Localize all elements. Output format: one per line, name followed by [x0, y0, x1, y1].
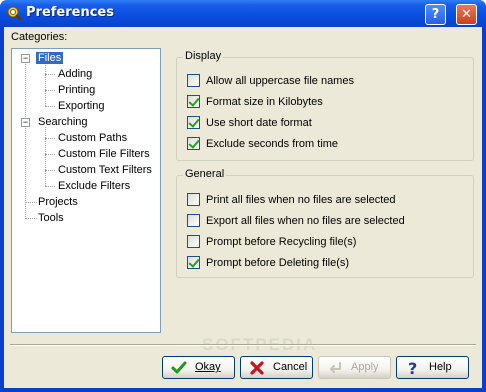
- button-label: Help: [429, 361, 452, 373]
- tree-connector: [45, 154, 55, 155]
- window-title: Preferences: [26, 5, 114, 20]
- tree-connector: [45, 138, 55, 139]
- tree-connector: [25, 218, 37, 219]
- tree-item-custom-file-filters[interactable]: Custom File Filters: [58, 147, 150, 161]
- checkbox-label: Export all files when no files are selec…: [206, 215, 405, 227]
- checkbox-label: Allow all uppercase file names: [206, 75, 354, 87]
- preferences-window: Preferences ? ✕ Categories: − Files Addi: [0, 0, 486, 392]
- exclude-seconds-checkbox[interactable]: [187, 137, 200, 150]
- tree-item-label: Tools: [38, 212, 64, 224]
- tree-item-custom-text-filters[interactable]: Custom Text Filters: [58, 163, 152, 177]
- export-all-files-checkbox[interactable]: [187, 214, 200, 227]
- apply-button[interactable]: Apply: [318, 356, 391, 379]
- tree-connector: [45, 74, 55, 75]
- tree-root-line: [25, 61, 26, 217]
- svg-text:?: ?: [408, 360, 417, 376]
- tree-item-tools[interactable]: Tools: [38, 211, 64, 225]
- cancel-button[interactable]: Cancel: [240, 356, 313, 379]
- tree-connector: [25, 202, 37, 203]
- tree-connector: [45, 90, 55, 91]
- button-label: Apply: [351, 361, 379, 373]
- tree-item-files[interactable]: Files: [36, 51, 64, 65]
- prompt-deleting-checkbox[interactable]: [187, 256, 200, 269]
- general-group: General Print all files when no files ar…: [176, 168, 474, 278]
- title-help-button[interactable]: ?: [425, 4, 446, 25]
- tree-item-searching[interactable]: Searching: [38, 115, 88, 129]
- tree-item-label: Custom File Filters: [58, 148, 150, 160]
- tree-item-label: Files: [36, 52, 64, 64]
- dialog-client: Categories: − Files Adding Printing Expo…: [4, 27, 482, 388]
- tree-item-label: Exporting: [58, 100, 105, 112]
- tree-connector: [45, 170, 55, 171]
- prompt-recycling-checkbox[interactable]: [187, 235, 200, 248]
- tree-connector: [45, 186, 55, 187]
- okay-button[interactable]: Okay: [162, 356, 235, 379]
- searching-expander-icon[interactable]: −: [21, 118, 30, 127]
- title-close-button[interactable]: ✕: [456, 4, 477, 25]
- title-bar[interactable]: Preferences ? ✕: [0, 0, 486, 27]
- tree-item-label: Exclude Filters: [58, 180, 131, 192]
- checkbox-label: Exclude seconds from time: [206, 138, 339, 150]
- short-date-checkbox[interactable]: [187, 116, 200, 129]
- checkbox-label: Use short date format: [206, 117, 312, 129]
- checkbox-label: Prompt before Deleting file(s): [206, 257, 350, 269]
- checkbox-label: Prompt before Recycling file(s): [206, 236, 357, 248]
- categories-label: Categories:: [11, 31, 68, 43]
- checkmark-icon: [171, 361, 187, 374]
- tree-files-branch-line: [45, 63, 46, 106]
- tree-item-projects[interactable]: Projects: [38, 195, 78, 209]
- tree-item-custom-paths[interactable]: Custom Paths: [58, 131, 127, 145]
- uppercase-names-checkbox[interactable]: [187, 74, 200, 87]
- tree-item-label: Projects: [38, 196, 78, 208]
- button-label: Okay: [195, 361, 221, 373]
- button-label: Cancel: [273, 361, 308, 373]
- categories-tree[interactable]: − Files Adding Printing Exporting − Sear…: [11, 48, 161, 333]
- tree-item-label: Searching: [38, 116, 88, 128]
- tree-item-label: Custom Text Filters: [58, 164, 152, 176]
- apply-arrow-icon: [330, 362, 341, 373]
- help-question-icon: ?: [408, 360, 417, 376]
- tree-searching-branch-line: [45, 127, 46, 186]
- checkbox-label: Print all files when no files are select…: [206, 194, 396, 206]
- tree-item-label: Printing: [58, 84, 96, 96]
- tree-item-printing[interactable]: Printing: [58, 83, 95, 97]
- tree-item-label: Adding: [58, 68, 93, 80]
- size-kilobytes-checkbox[interactable]: [187, 95, 200, 108]
- tree-item-label: Custom Paths: [58, 132, 128, 144]
- display-group: Display Allow all uppercase file names F…: [176, 50, 474, 161]
- app-icon: [7, 6, 22, 21]
- print-all-files-checkbox[interactable]: [187, 193, 200, 206]
- tree-item-exporting[interactable]: Exporting: [58, 99, 104, 113]
- files-expander-icon[interactable]: −: [21, 54, 30, 63]
- cancel-x-icon: [250, 361, 264, 375]
- tree-item-exclude-filters[interactable]: Exclude Filters: [58, 179, 130, 193]
- help-button[interactable]: ? Help: [396, 356, 469, 379]
- tree-item-adding[interactable]: Adding: [58, 67, 92, 81]
- display-group-title: Display: [183, 50, 224, 62]
- button-separator: [10, 344, 476, 346]
- general-group-title: General: [183, 168, 227, 180]
- checkbox-label: Format size in Kilobytes: [206, 96, 323, 108]
- tree-connector: [45, 106, 55, 107]
